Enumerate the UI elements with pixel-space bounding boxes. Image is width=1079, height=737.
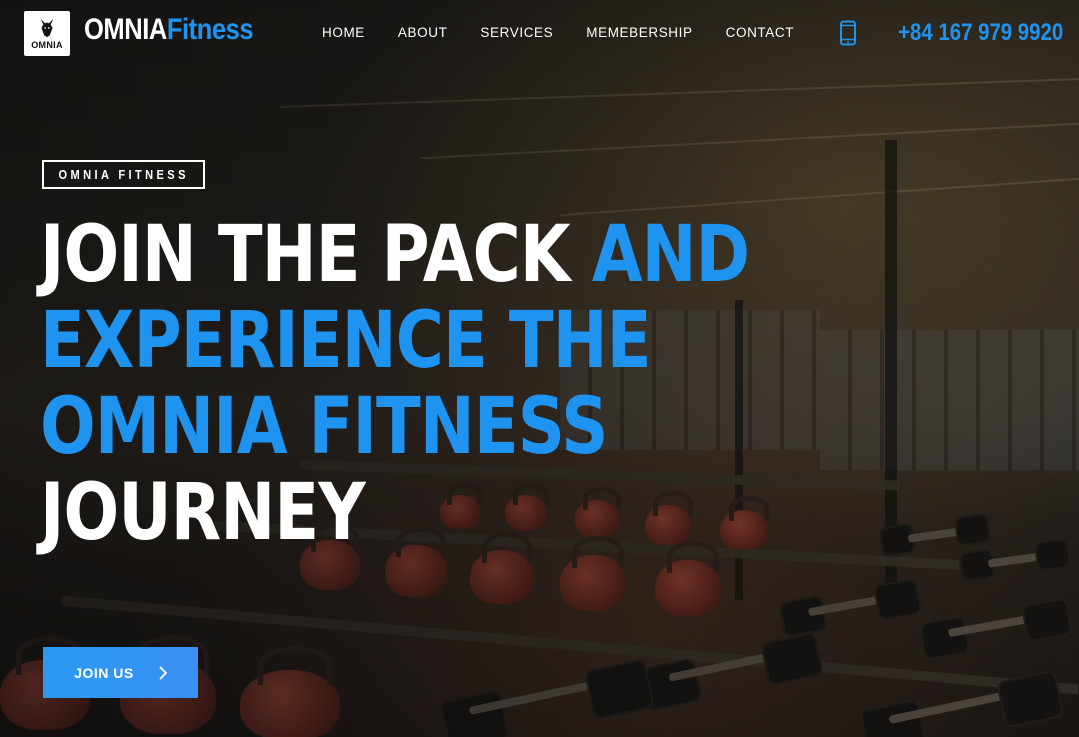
headline-line-4: JOURNEY xyxy=(40,468,366,558)
logo[interactable]: OMNIA xyxy=(24,11,70,56)
site-header: OMNIA OMNIAFitness HOME ABOUT SERVICES M… xyxy=(0,0,1079,68)
headline-line-2: EXPERIENCE THE xyxy=(40,296,651,386)
tagline-badge: OMNIA FITNESS xyxy=(42,160,205,189)
tagline-text: OMNIA FITNESS xyxy=(58,167,189,182)
phone-number[interactable]: +84 167 979 9920 xyxy=(898,19,1063,47)
wolf-icon xyxy=(40,18,54,38)
headline-line-1: JOIN THE PACK AND xyxy=(40,210,750,300)
brand-name-second: Fitness xyxy=(166,13,254,46)
headline-line-3: OMNIA FITNESS xyxy=(40,382,608,472)
brand-name[interactable]: OMNIAFitness xyxy=(84,13,254,47)
phone-icon xyxy=(839,20,856,46)
logo-text: OMNIA xyxy=(31,40,63,50)
chevron-right-icon xyxy=(159,665,167,680)
nav-item-home[interactable]: HOME xyxy=(322,25,365,40)
brand-name-first: OMNIA xyxy=(84,13,167,46)
nav-item-membership[interactable]: MEMEBERSHIP xyxy=(586,25,692,40)
headline-line-1-white: JOIN THE PACK xyxy=(40,210,592,300)
nav-item-contact[interactable]: CONTACT xyxy=(726,25,794,40)
phone-contact[interactable]: +84 167 979 9920 xyxy=(839,19,1063,47)
nav-item-services[interactable]: SERVICES xyxy=(480,25,553,40)
hero-headline: JOIN THE PACK AND EXPERIENCE THE OMNIA F… xyxy=(40,210,750,558)
nav-item-about[interactable]: ABOUT xyxy=(398,25,448,40)
join-us-label: JOIN US xyxy=(74,664,134,681)
join-us-button[interactable]: JOIN US xyxy=(43,647,198,698)
main-nav: HOME ABOUT SERVICES MEMEBERSHIP CONTACT xyxy=(322,25,794,40)
headline-line-1-blue: AND xyxy=(591,210,750,300)
